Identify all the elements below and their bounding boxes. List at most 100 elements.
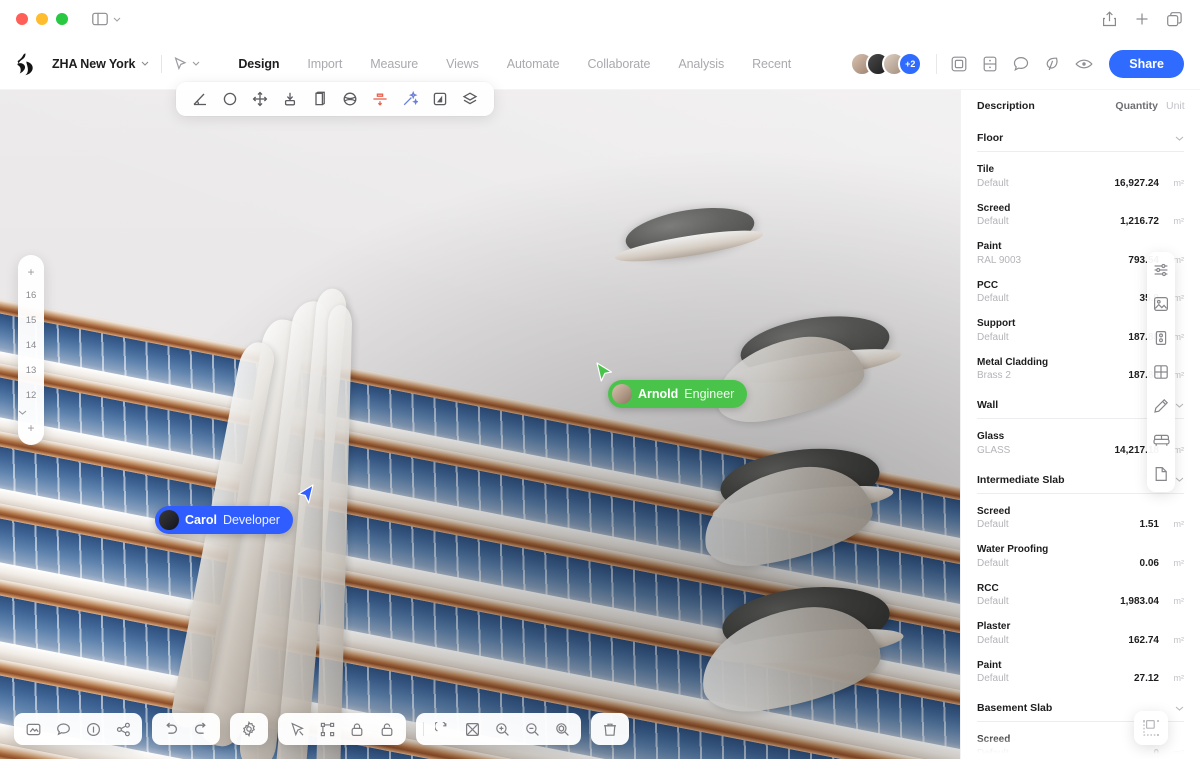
tab-measure[interactable]: Measure xyxy=(356,51,432,77)
material-tool-button[interactable] xyxy=(456,86,484,112)
panel-section-header[interactable]: Floor xyxy=(977,120,1184,152)
level-item-12[interactable]: 12 xyxy=(18,383,44,408)
zoom-in-icon[interactable] xyxy=(487,715,517,743)
frame-icon[interactable] xyxy=(951,56,967,72)
panel-row[interactable]: RCC Default 1,983.04 m² xyxy=(977,575,1184,614)
panel-section-title: Floor xyxy=(977,132,1004,144)
unlock-icon[interactable] xyxy=(372,715,402,743)
panel-row[interactable]: Screed Default 1.51 m² xyxy=(977,498,1184,537)
app-logo-icon[interactable] xyxy=(14,52,38,76)
lock-icon[interactable] xyxy=(342,715,372,743)
panel-row[interactable]: Plaster Default 162.74 m² xyxy=(977,613,1184,652)
level-item-16[interactable]: 16 xyxy=(18,283,44,308)
collaborator-avatars[interactable]: +2 xyxy=(850,51,923,76)
project-selector[interactable]: ZHA New York xyxy=(52,57,149,71)
undo-icon[interactable] xyxy=(156,715,186,743)
row-material-name: Plaster xyxy=(977,621,1011,632)
tab-recent[interactable]: Recent xyxy=(738,51,805,77)
zoom-out-icon[interactable] xyxy=(517,715,547,743)
settings-icon[interactable] xyxy=(234,715,264,743)
tab-analysis[interactable]: Analysis xyxy=(664,51,738,77)
anchor-tool-button[interactable] xyxy=(276,86,304,112)
toolbar-divider xyxy=(423,722,424,736)
node-edit-icon[interactable] xyxy=(312,715,342,743)
section-tool-button[interactable] xyxy=(366,86,394,112)
screenshot-icon[interactable] xyxy=(18,715,48,743)
cursor-tool-selector[interactable] xyxy=(174,56,200,71)
delete-icon[interactable] xyxy=(595,715,625,743)
redo-icon[interactable] xyxy=(186,715,216,743)
panel-row[interactable]: Water Proofing Default 0.06 m² xyxy=(977,536,1184,575)
comment-icon[interactable] xyxy=(48,715,78,743)
minimize-button[interactable] xyxy=(36,13,48,25)
level-item-15[interactable]: 15 xyxy=(18,308,44,333)
leaf-icon[interactable] xyxy=(1045,56,1059,72)
sidebar-toggle-button[interactable] xyxy=(92,12,121,26)
building-icon[interactable] xyxy=(1151,328,1171,348)
add-level-top-button[interactable]: + xyxy=(18,261,44,283)
plus-icon[interactable] xyxy=(1135,12,1149,26)
visibility-icon[interactable] xyxy=(1075,58,1093,70)
row-quantity-value: 162.74 xyxy=(1128,634,1159,646)
comment-icon[interactable] xyxy=(1013,56,1029,72)
tool-palette xyxy=(176,82,494,116)
layout-icon[interactable] xyxy=(983,56,997,72)
cursor-pointer-icon xyxy=(596,362,613,382)
share-icon[interactable] xyxy=(108,715,138,743)
window-titlebar xyxy=(0,0,1200,38)
share-button[interactable]: Share xyxy=(1109,49,1184,78)
cursor-select-icon[interactable] xyxy=(282,715,312,743)
level-rail: + 16 15 14 13 12 + xyxy=(18,255,44,445)
panel-row[interactable]: Paint Default 27.12 m² xyxy=(977,652,1184,691)
zoom-region-icon[interactable] xyxy=(547,715,577,743)
extrude-tool-button[interactable] xyxy=(306,86,334,112)
toolbar-right-cluster: +2 Share xyxy=(850,49,1184,78)
bottom-toolbar xyxy=(14,713,629,745)
row-material-variant: RAL 9003 xyxy=(977,254,1022,266)
cursor-user-role: Developer xyxy=(222,513,280,527)
document-icon[interactable] xyxy=(1151,464,1171,484)
tab-automate[interactable]: Automate xyxy=(493,51,574,77)
chevron-down-icon xyxy=(1175,706,1184,711)
tab-collaborate[interactable]: Collaborate xyxy=(574,51,665,77)
3d-viewport[interactable]: Arnold Engineer Carol Developer xyxy=(0,90,960,759)
cursor-label-carol: Carol Developer xyxy=(155,506,293,534)
view-gizmo-button[interactable] xyxy=(1134,711,1168,745)
fit-icon[interactable] xyxy=(457,715,487,743)
row-quantity-value: 0 xyxy=(1153,747,1159,759)
tab-views[interactable]: Views xyxy=(432,51,493,77)
close-button[interactable] xyxy=(16,13,28,25)
level-item-14[interactable]: 14 xyxy=(18,333,44,358)
panel-row[interactable]: Screed Default 1,216.72 m² xyxy=(977,195,1184,234)
tab-design[interactable]: Design xyxy=(224,51,293,77)
level-item-13[interactable]: 13 xyxy=(18,358,44,383)
magic-wand-tool-button[interactable] xyxy=(396,86,424,112)
row-quantity-value: 27.12 xyxy=(1133,673,1159,684)
pencil-icon[interactable] xyxy=(1151,396,1171,416)
level-collapse-button[interactable] xyxy=(18,408,44,417)
tabs-icon[interactable] xyxy=(1167,11,1182,27)
app-toolbar: ZHA New York Design Import Measure Views… xyxy=(0,38,1200,90)
panel-row[interactable]: Tile Default 16,927.24 m² xyxy=(977,156,1184,195)
add-level-bottom-button[interactable]: + xyxy=(18,417,44,439)
maximize-button[interactable] xyxy=(56,13,68,25)
row-unit: m² xyxy=(1173,216,1185,226)
circle-tool-button[interactable] xyxy=(216,86,244,112)
filters-icon[interactable] xyxy=(1151,260,1171,280)
image-icon[interactable] xyxy=(1151,294,1171,314)
orbit-icon[interactable] xyxy=(427,715,457,743)
plane-tool-button[interactable] xyxy=(426,86,454,112)
row-material-variant: Default xyxy=(977,596,1009,607)
spiral-tool-button[interactable] xyxy=(336,86,364,112)
furniture-icon[interactable] xyxy=(1151,430,1171,450)
info-icon[interactable] xyxy=(78,715,108,743)
avatar-overflow-badge[interactable]: +2 xyxy=(898,51,923,76)
grid-icon[interactable] xyxy=(1151,362,1171,382)
tab-import[interactable]: Import xyxy=(293,51,356,77)
row-unit: m² xyxy=(1173,177,1185,188)
share-icon[interactable] xyxy=(1102,11,1117,27)
angle-tool-button[interactable] xyxy=(186,86,214,112)
move-tool-button[interactable] xyxy=(246,86,274,112)
cursor-label-arnold: Arnold Engineer xyxy=(608,380,748,408)
row-material-name: Screed xyxy=(977,202,1011,214)
